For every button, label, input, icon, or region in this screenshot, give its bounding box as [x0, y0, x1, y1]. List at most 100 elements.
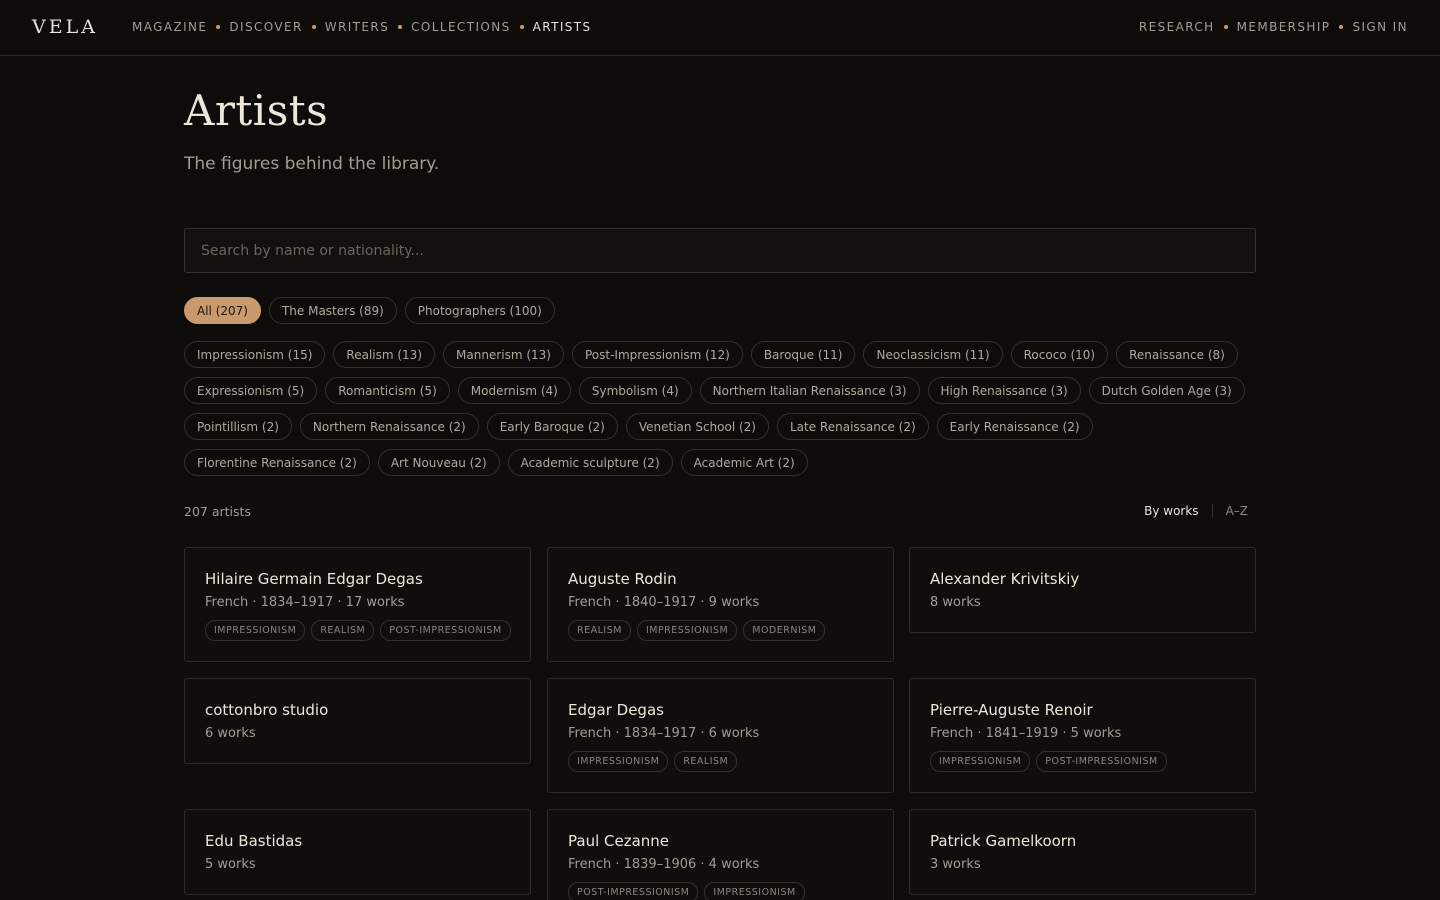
nav-separator-dot: [216, 25, 221, 29]
artist-card[interactable]: Auguste Rodin French · 1840–1917 · 9 work…: [547, 547, 894, 662]
artist-name: Paul Cezanne: [568, 832, 670, 850]
top-nav-bar: VELA MAGAZINE DISCOVER WRITERS COLLECTIONS A…: [0, 0, 1440, 56]
filter-chip[interactable]: Post-Impressionism (12): [571, 341, 743, 368]
movement-filter-row: Impressionism (15) Realism (13) Mannerism …: [184, 341, 1238, 368]
artist-meta: French · 1841–1919 · 5 works: [930, 726, 1122, 741]
artist-meta: 6 works: [205, 726, 256, 741]
artist-card[interactable]: Paul Cezanne French · 1839–1906 · 4 works…: [547, 809, 894, 900]
filter-chip[interactable]: Photographers (100): [404, 297, 555, 324]
artist-name: Auguste Rodin: [568, 570, 677, 588]
artist-tags: IMPRESSIONISM REALISM POST-IMPRESSIONISM: [205, 620, 511, 641]
movement-filter-row: Pointillism (2) Northern Renaissance (2) E…: [184, 413, 1093, 440]
filter-chip[interactable]: Baroque (11): [750, 341, 856, 368]
artist-meta: French · 1834–1917 · 17 works: [205, 595, 405, 610]
artist-tags: REALISM IMPRESSIONISM MODERNISM: [568, 620, 873, 641]
nav-separator-dot: [519, 25, 524, 29]
filter-chip[interactable]: Academic Art (2): [680, 449, 808, 476]
nav-item-collections[interactable]: COLLECTIONS: [411, 20, 510, 34]
movement-tag: REALISM: [311, 620, 375, 641]
secondary-nav: RESEARCH MEMBERSHIP SIGN IN: [1139, 20, 1408, 34]
nav-separator-dot: [1223, 25, 1228, 29]
movement-tag: IMPRESSIONISM: [205, 620, 306, 641]
artist-meta: 3 works: [930, 857, 981, 872]
artist-card[interactable]: Edu Bastidas 5 works: [184, 809, 531, 895]
filter-chip[interactable]: Early Baroque (2): [486, 413, 618, 440]
nav-item-research[interactable]: RESEARCH: [1139, 20, 1215, 34]
nav-item-discover[interactable]: DISCOVER: [229, 20, 302, 34]
artist-name: Edu Bastidas: [205, 832, 303, 850]
movement-tag: IMPRESSIONISM: [636, 620, 738, 641]
filter-chip[interactable]: Romanticism (5): [325, 377, 450, 404]
search-input[interactable]: [185, 229, 1255, 272]
artist-name: Patrick Gamelkoorn: [930, 832, 1077, 850]
filter-chip[interactable]: Venetian School (2): [625, 413, 769, 440]
artist-card[interactable]: Edgar Degas French · 1834–1917 · 6 works I…: [547, 678, 894, 793]
artist-card[interactable]: Hilaire Germain Edgar Degas French · 1834…: [184, 547, 531, 662]
nav-item-sign-in[interactable]: SIGN IN: [1352, 20, 1408, 34]
artist-card[interactable]: Patrick Gamelkoorn 3 works: [909, 809, 1256, 895]
filter-chip[interactable]: Impressionism (15): [184, 341, 326, 368]
artist-meta: French · 1840–1917 · 9 works: [568, 595, 760, 610]
movement-tag: IMPRESSIONISM: [704, 882, 805, 900]
nav-separator-dot: [398, 25, 403, 29]
sort-divider: [1211, 504, 1213, 518]
sort-az-button[interactable]: A–Z: [1226, 504, 1248, 518]
artist-tags: IMPRESSIONISM POST-IMPRESSIONISM: [930, 751, 1235, 772]
page-subtitle: The figures behind the library.: [184, 154, 440, 174]
movement-filter-row: Florentine Renaissance (2) Art Nouveau (2…: [184, 449, 808, 476]
filter-chip[interactable]: Mannerism (13): [443, 341, 564, 368]
filter-chip[interactable]: Dutch Golden Age (3): [1088, 377, 1245, 404]
artist-card[interactable]: Pierre-Auguste Renoir French · 1841–1919 …: [909, 678, 1256, 793]
movement-tag: IMPRESSIONISM: [568, 751, 669, 772]
nav-item-writers[interactable]: WRITERS: [325, 20, 389, 34]
artist-name: Edgar Degas: [568, 701, 664, 719]
filter-chip[interactable]: Early Renaissance (2): [936, 413, 1093, 440]
artist-name: Pierre-Auguste Renoir: [930, 701, 1093, 719]
filter-chip[interactable]: Late Renaissance (2): [776, 413, 929, 440]
movement-tag: POST-IMPRESSIONISM: [380, 620, 511, 641]
artist-meta: 5 works: [205, 857, 256, 872]
filter-chip[interactable]: Renaissance (8): [1116, 341, 1238, 368]
artist-card[interactable]: Alexander Krivitskiy 8 works: [909, 547, 1256, 633]
filter-chip[interactable]: Florentine Renaissance (2): [184, 449, 370, 476]
filter-chip[interactable]: Northern Italian Renaissance (3): [699, 377, 920, 404]
filter-chip[interactable]: All (207): [184, 297, 261, 324]
search-box: [184, 228, 1256, 273]
nav-item-membership[interactable]: MEMBERSHIP: [1237, 20, 1331, 34]
artist-tags: POST-IMPRESSIONISM IMPRESSIONISM: [568, 882, 873, 900]
movement-filter-row: Expressionism (5) Romanticism (5) Modernis…: [184, 377, 1245, 404]
artist-meta: French · 1834–1917 · 6 works: [568, 726, 760, 741]
artist-meta: 8 works: [930, 595, 981, 610]
filter-chip[interactable]: High Renaissance (3): [927, 377, 1081, 404]
movement-tag: POST-IMPRESSIONISM: [568, 882, 699, 900]
artist-card[interactable]: cottonbro studio 6 works: [184, 678, 531, 764]
filter-chip[interactable]: Northern Renaissance (2): [299, 413, 479, 440]
nav-item-artists[interactable]: ARTISTS: [533, 20, 592, 34]
filter-chip[interactable]: Rococo (10): [1010, 341, 1109, 368]
nav-separator-dot: [1339, 25, 1344, 29]
filter-chip[interactable]: Modernism (4): [457, 377, 571, 404]
sort-toggle: By works A–Z: [1144, 504, 1248, 518]
filter-chip[interactable]: Expressionism (5): [184, 377, 318, 404]
movement-tag: POST-IMPRESSIONISM: [1036, 751, 1167, 772]
filter-chip[interactable]: Neoclassicism (11): [863, 341, 1003, 368]
movement-tag: IMPRESSIONISM: [930, 751, 1031, 772]
sort-by-works-button[interactable]: By works: [1144, 504, 1198, 518]
filter-chip[interactable]: Pointillism (2): [184, 413, 292, 440]
artist-meta: French · 1839–1906 · 4 works: [568, 857, 760, 872]
brand-logo[interactable]: VELA: [32, 16, 98, 38]
artist-name: cottonbro studio: [205, 701, 329, 719]
filter-chip[interactable]: Art Nouveau (2): [377, 449, 500, 476]
result-count: 207 artists: [184, 504, 251, 519]
filter-chip[interactable]: The Masters (89): [268, 297, 397, 324]
movement-tag: REALISM: [568, 620, 631, 641]
group-filter-row: All (207) The Masters (89) Photographers (…: [184, 297, 555, 324]
page-title: Artists: [184, 86, 329, 135]
movement-tag: MODERNISM: [743, 620, 826, 641]
movement-tag: REALISM: [674, 751, 738, 772]
artist-name: Hilaire Germain Edgar Degas: [205, 570, 423, 588]
filter-chip[interactable]: Symbolism (4): [578, 377, 692, 404]
nav-item-magazine[interactable]: MAGAZINE: [132, 20, 207, 34]
filter-chip[interactable]: Academic sculpture (2): [507, 449, 673, 476]
filter-chip[interactable]: Realism (13): [333, 341, 435, 368]
